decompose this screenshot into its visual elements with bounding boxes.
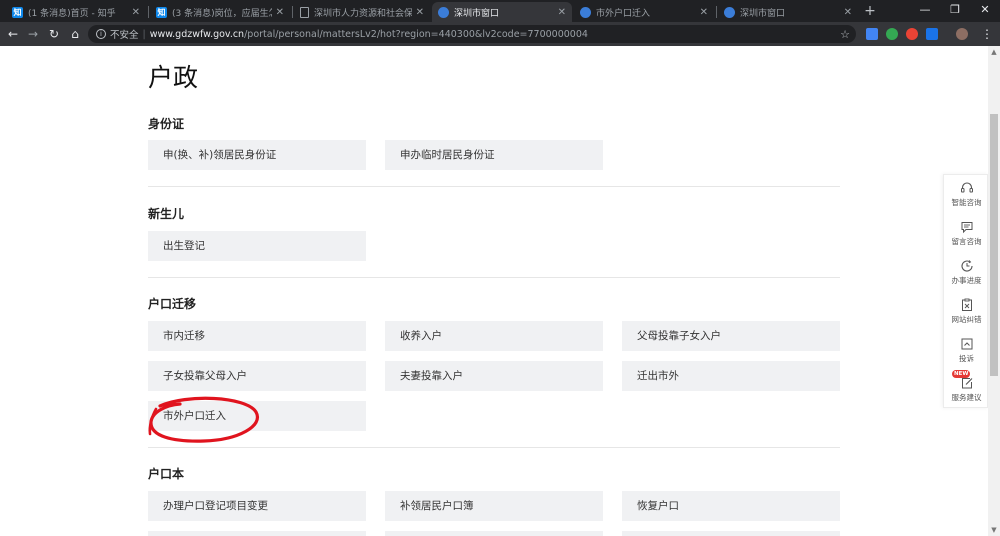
suggestion-button[interactable]: NEW 服务建议: [944, 370, 988, 410]
shenzhen-favicon-icon: [438, 6, 449, 18]
tab-close-icon[interactable]: ✕: [558, 7, 566, 18]
service-item[interactable]: 申(换、补)领居民身份证: [148, 140, 366, 170]
browser-tab[interactable]: 知 (1 条消息)首页 - 知乎 ✕: [6, 2, 146, 22]
browser-tab[interactable]: 深圳市人力资源和社会保障局 ✕: [294, 2, 430, 22]
service-item[interactable]: 父母投靠子女入户: [622, 321, 840, 351]
minimize-button[interactable]: —: [910, 0, 940, 20]
tab-separator: [292, 6, 293, 18]
address-host: www.gdzwfw.gov.cn: [149, 28, 245, 40]
service-item[interactable]: 夫妻投靠入户: [385, 361, 603, 391]
service-item-partial[interactable]: [385, 531, 603, 536]
browser-tab-active[interactable]: 深圳市窗口 ✕: [432, 2, 572, 22]
browser-tab[interactable]: 市外户口迁入 ✕: [574, 2, 714, 22]
page-content: 户政 身份证 申(换、补)领居民身份证 申办临时居民身份证 新生儿 出生登记 户…: [0, 46, 988, 536]
section-divider: [148, 447, 840, 448]
shenzhen-favicon-icon: [724, 6, 735, 18]
side-panel-label: 办事进度: [951, 276, 982, 285]
tab-close-icon[interactable]: ✕: [416, 7, 424, 18]
address-path: /portal/personal/mattersLv2/hot?region=4…: [244, 28, 588, 40]
side-panel-label: 投诉: [959, 354, 974, 363]
shenzhen-favicon-icon: [580, 6, 591, 18]
progress-button[interactable]: 办事进度: [944, 255, 988, 293]
complaint-icon: [961, 338, 972, 350]
new-badge: NEW: [952, 370, 971, 378]
download-extension-icon[interactable]: [886, 28, 898, 40]
side-panel-label: 留言咨询: [951, 237, 982, 246]
address-separator: |: [142, 28, 146, 40]
side-panel-label: 智能咨询: [951, 198, 982, 207]
back-button[interactable]: ←: [4, 25, 22, 43]
section-title-household-register: 户口本: [148, 467, 185, 481]
zhihu-favicon-icon: 知: [156, 6, 167, 18]
service-item[interactable]: 出生登记: [148, 231, 366, 261]
forward-button[interactable]: →: [24, 25, 42, 43]
tab-close-icon[interactable]: ✕: [132, 7, 140, 18]
tab-close-icon[interactable]: ✕: [276, 7, 284, 18]
profile-avatar[interactable]: [956, 28, 968, 40]
tab-title: 深圳市窗口: [740, 8, 786, 19]
scrollbar-thumb[interactable]: [990, 114, 998, 376]
browser-toolbar: ← → ↻ ⌂ i 不安全 | www.gdzwfw.gov.cn /porta…: [0, 22, 1000, 46]
address-bar[interactable]: i 不安全 | www.gdzwfw.gov.cn /portal/person…: [88, 25, 856, 43]
tab-close-icon[interactable]: ✕: [700, 7, 708, 18]
tab-separator: [716, 6, 717, 18]
service-item[interactable]: 子女投靠父母入户: [148, 361, 366, 391]
browser-tab[interactable]: 知 (3 条消息)岗位，应届生怎么办 ✕: [150, 2, 290, 22]
translate-extension-icon[interactable]: [866, 28, 878, 40]
message-icon: [961, 222, 972, 234]
error-report-button[interactable]: 网站纠错: [944, 294, 988, 332]
side-panel-label: 网站纠错: [951, 315, 982, 324]
info-icon[interactable]: i: [96, 29, 106, 39]
browser-tab[interactable]: 深圳市窗口 ✕: [718, 2, 858, 22]
section-title-household-migration: 户口迁移: [148, 297, 197, 311]
tab-title: 深圳市窗口: [454, 8, 500, 19]
service-item[interactable]: 收养入户: [385, 321, 603, 351]
scroll-up-arrow-icon[interactable]: ▲: [988, 46, 1000, 58]
browser-menu-icon[interactable]: ⋮: [978, 25, 996, 43]
smart-consult-button[interactable]: 智能咨询: [944, 177, 988, 215]
service-item[interactable]: 申办临时居民身份证: [385, 140, 603, 170]
side-panel-label: 服务建议: [951, 393, 982, 402]
progress-icon: [960, 260, 973, 272]
maximize-button[interactable]: ❐: [940, 0, 970, 20]
tab-title: (1 条消息)首页 - 知乎: [28, 8, 116, 19]
section-title-newborn: 新生儿: [148, 207, 185, 221]
error-report-icon: [961, 298, 972, 311]
tab-title: 市外户口迁入: [596, 8, 651, 19]
screenshot-extension-icon[interactable]: [926, 28, 938, 40]
service-item-highlighted[interactable]: 市外户口迁入: [148, 401, 366, 431]
section-title-id-card: 身份证: [148, 117, 185, 131]
page-scrollbar[interactable]: ▲ ▼: [988, 46, 1000, 536]
home-button[interactable]: ⌂: [66, 25, 84, 43]
message-consult-button[interactable]: 留言咨询: [944, 216, 988, 254]
service-item[interactable]: 迁出市外: [622, 361, 840, 391]
new-tab-button[interactable]: +: [862, 2, 878, 20]
service-item[interactable]: 补领居民户口簿: [385, 491, 603, 521]
document-favicon-icon: [300, 6, 309, 18]
tab-title: (3 条消息)岗位，应届生怎么办: [172, 8, 272, 19]
security-label: 不安全: [110, 30, 139, 41]
section-divider: [148, 277, 840, 278]
reload-button[interactable]: ↻: [45, 25, 63, 43]
page-title: 户政: [148, 63, 199, 92]
tab-title: 深圳市人力资源和社会保障局: [314, 8, 412, 19]
service-item-partial[interactable]: [622, 531, 840, 536]
window-close-button[interactable]: ✕: [970, 0, 1000, 20]
scroll-down-arrow-icon[interactable]: ▼: [988, 524, 1000, 536]
service-item[interactable]: 市内迁移: [148, 321, 366, 351]
bookmark-star-icon[interactable]: ☆: [840, 28, 850, 41]
zhihu-favicon-icon: 知: [12, 6, 23, 18]
complaint-button[interactable]: 投诉: [944, 333, 988, 371]
service-item-partial[interactable]: [148, 531, 366, 536]
adblock-extension-icon[interactable]: [906, 28, 918, 40]
service-item[interactable]: 办理户口登记项目变更: [148, 491, 366, 521]
service-item[interactable]: 恢复户口: [622, 491, 840, 521]
browser-tab-strip: 知 (1 条消息)首页 - 知乎 ✕ 知 (3 条消息)岗位，应届生怎么办 ✕ …: [0, 0, 1000, 22]
tab-separator: [148, 6, 149, 18]
suggestion-icon: [961, 378, 972, 389]
section-divider: [148, 186, 840, 187]
floating-service-panel: 智能咨询 留言咨询 办事进度 网站纠错 投诉 NEW 服务建议: [943, 174, 988, 408]
tab-close-icon[interactable]: ✕: [844, 7, 852, 18]
headset-icon: [960, 182, 973, 193]
